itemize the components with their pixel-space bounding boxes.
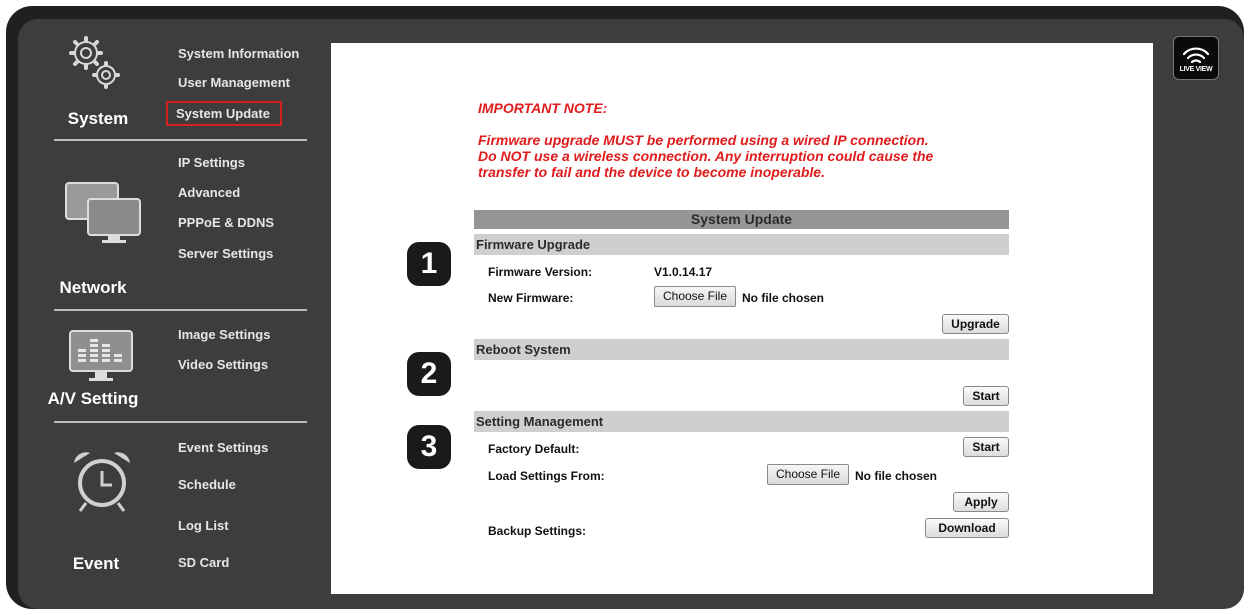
menu-sd-card[interactable]: SD Card [178,555,229,570]
file-status: No file chosen [742,291,825,305]
menu-ip-settings[interactable]: IP Settings [178,155,245,170]
choose-file-button[interactable]: Choose File [654,286,736,307]
content-area: IMPORTANT NOTE: Firmware upgrade MUST be… [331,43,1153,594]
menu-server-settings[interactable]: Server Settings [178,246,273,261]
factory-default-start-button[interactable]: Start [963,437,1009,457]
important-note-line: transfer to fail and the device to becom… [478,164,825,180]
load-settings-label: Load Settings From: [488,469,605,483]
sidebar: System System Information User Managemen… [18,19,338,609]
category-system[interactable]: System [33,109,163,129]
sidebar-divider [54,139,307,141]
menu-image-settings[interactable]: Image Settings [178,327,270,342]
live-view-button[interactable]: LIVE VIEW [1173,36,1219,80]
category-network[interactable]: Network [28,278,158,298]
new-firmware-label: New Firmware: [488,291,574,305]
main-panel: System System Information User Managemen… [18,19,1244,609]
equalizer-monitor-icon[interactable] [68,329,134,385]
menu-advanced[interactable]: Advanced [178,185,240,200]
upgrade-button[interactable]: Upgrade [942,314,1009,334]
live-view-label: LIVE VIEW [1179,66,1213,73]
choose-file-button[interactable]: Choose File [767,464,849,485]
firmware-upgrade-section: Firmware Upgrade [474,234,1009,255]
firmware-version-value: V1.0.14.17 [654,265,713,279]
menu-schedule[interactable]: Schedule [178,477,236,492]
firmware-version-label: Firmware Version: [488,265,593,279]
menu-pppoe-ddns[interactable]: PPPoE & DDNS [178,215,274,230]
apply-button[interactable]: Apply [953,492,1009,512]
gears-icon[interactable] [66,35,128,91]
setting-management-section: Setting Management [474,411,1009,432]
step-number: 1 [407,242,451,286]
device-frame: System System Information User Managemen… [6,6,1244,609]
important-note-line: Do NOT use a wireless connection. Any in… [478,148,934,164]
reboot-start-button[interactable]: Start [963,386,1009,406]
backup-settings-label: Backup Settings: [488,524,587,538]
menu-system-update[interactable]: System Update [166,101,282,126]
monitors-icon[interactable] [62,179,142,243]
reboot-system-section: Reboot System [474,339,1009,360]
alarm-clock-icon[interactable] [68,447,136,515]
sidebar-divider [54,421,307,423]
important-note-line: Firmware upgrade MUST be performed using… [478,132,929,148]
menu-event-settings[interactable]: Event Settings [178,440,268,455]
menu-system-information[interactable]: System Information [178,46,299,61]
download-button[interactable]: Download [925,518,1009,538]
system-update-header: System Update [474,210,1009,229]
category-av-setting[interactable]: A/V Setting [28,389,158,409]
step-number: 3 [407,425,451,469]
step-number: 2 [407,352,451,396]
menu-video-settings[interactable]: Video Settings [178,357,268,372]
factory-default-label: Factory Default: [488,442,580,456]
category-event[interactable]: Event [31,554,161,574]
sidebar-divider [54,309,307,311]
menu-user-management[interactable]: User Management [178,75,290,90]
file-status: No file chosen [855,469,938,483]
menu-log-list[interactable]: Log List [178,518,229,533]
important-note-title: IMPORTANT NOTE: [478,100,608,116]
wifi-signal-icon [1182,47,1210,64]
